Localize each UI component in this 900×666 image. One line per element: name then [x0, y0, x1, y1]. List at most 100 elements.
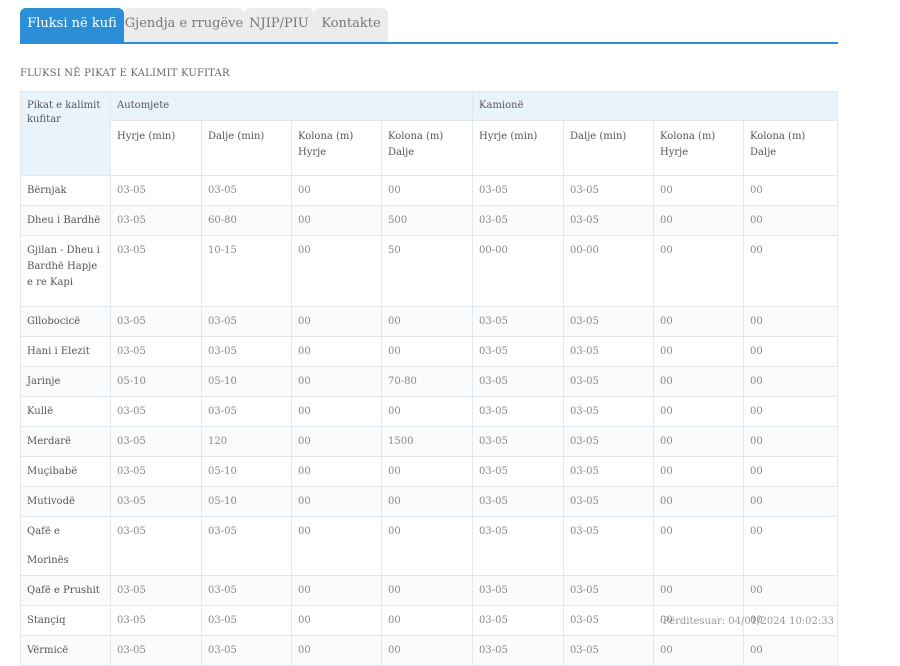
crossing-point-name: Gllobocicë	[20, 306, 111, 337]
table-cell: 03-05	[472, 175, 565, 206]
column-header: Hyrje (min)	[110, 120, 202, 176]
table-cell: 00	[743, 516, 839, 576]
table-cell: 03-05	[110, 426, 202, 457]
table-cell: 03-05	[563, 575, 655, 606]
table-row: Qafë e Prushit 03-05 03-05 00 00 03-05 03-05 00…	[20, 575, 839, 606]
column-header: Kolona (m) Dalje	[743, 120, 839, 176]
table-cell: 00	[743, 235, 839, 307]
table-cell: 00	[743, 426, 839, 457]
table-cell: 00	[743, 205, 839, 236]
crossing-point-name: Hani i Elezit	[20, 336, 111, 367]
corner-header: Pikat e kalimit kufitar	[20, 91, 111, 176]
table-cell: 03-05	[472, 306, 565, 337]
crossing-point-name: Kullë	[20, 396, 111, 427]
table-cell: 00	[291, 605, 382, 636]
table-cell: 10-15	[201, 235, 292, 307]
table-cell: 03-05	[563, 516, 655, 576]
tab-njip-piu[interactable]: NJIP/PIU	[244, 8, 314, 42]
table-cell: 05-10	[201, 486, 292, 517]
table-cell: 03-05	[201, 175, 292, 206]
table-cell: 00	[380, 456, 474, 487]
tab-fluksi-ne-kufi[interactable]: Fluksi në kufi	[20, 8, 124, 42]
table-cell: 00	[291, 175, 382, 206]
section-title: FLUKSI NË PIKAT E KALIMIT KUFITAR	[20, 68, 230, 79]
table-cell: 00	[653, 306, 745, 337]
column-header: Dalje (min)	[201, 120, 292, 176]
tab-bar: Fluksi në kufi Gjendja e rrugëve NJIP/PI…	[20, 8, 838, 44]
table-cell: 00	[291, 235, 382, 307]
table-cell: 00	[291, 306, 382, 337]
table-cell: 00	[653, 426, 745, 457]
table-cell: 03-05	[563, 605, 655, 636]
table-cell: 00	[380, 605, 474, 636]
table-cell: 1500	[380, 426, 474, 457]
table-cell: 03-05	[110, 306, 202, 337]
crossing-point-name: Vërmicë	[20, 635, 111, 666]
table-cell: 00	[653, 456, 745, 487]
table-cell: 00	[653, 396, 745, 427]
table-cell: 500	[380, 205, 474, 236]
table-cell: 03-05	[110, 456, 202, 487]
table-cell: 03-05	[472, 426, 565, 457]
table-cell: 120	[201, 426, 292, 457]
border-flux-table: Pikat e kalimit kufitar Automjete Kamion…	[20, 91, 839, 666]
table-cell: 00	[743, 336, 839, 367]
table-cell: 03-05	[201, 516, 292, 576]
table-cell: 03-05	[110, 486, 202, 517]
crossing-point-name: Muçibabë	[20, 456, 111, 487]
table-cell: 03-05	[563, 635, 655, 666]
table-row: Kullë 03-05 03-05 00 00 03-05 03-05 00 00	[20, 396, 839, 427]
table-cell: 00	[291, 486, 382, 517]
table-cell: 03-05	[472, 456, 565, 487]
table-cell: 03-05	[472, 516, 565, 576]
table-row: Dheu i Bardhë 03-05 60-80 00 500 03-05 03-05 00…	[20, 205, 839, 236]
table-cell: 03-05	[110, 605, 202, 636]
table-cell: 03-05	[563, 306, 655, 337]
table-cell: 00-00	[563, 235, 655, 307]
table-cell: 00	[380, 175, 474, 206]
tab-kontakte[interactable]: Kontakte	[314, 8, 388, 42]
table-cell: 03-05	[563, 366, 655, 397]
table-cell: 00	[291, 516, 382, 576]
table-cell: 00	[653, 516, 745, 576]
table-cell: 00	[743, 635, 839, 666]
table-cell: 03-05	[110, 336, 202, 367]
table-cell: 03-05	[201, 575, 292, 606]
tab-gjendja-e-rrugeve[interactable]: Gjendja e rrugëve	[124, 8, 244, 42]
table-cell: 05-10	[201, 366, 292, 397]
column-header: Hyrje (min)	[472, 120, 565, 176]
column-header: Kolona (m) Hyrje	[291, 120, 382, 176]
table-cell: 00	[653, 635, 745, 666]
table-cell: 03-05	[201, 306, 292, 337]
table-cell: 03-05	[201, 605, 292, 636]
table-cell: 60-80	[201, 205, 292, 236]
crossing-point-name: Mutivodë	[20, 486, 111, 517]
table-cell: 50	[380, 235, 474, 307]
table-cell: 00	[291, 635, 382, 666]
table-cell: 03-05	[472, 366, 565, 397]
table-cell: 03-05	[563, 205, 655, 236]
column-header: Kolona (m) Hyrje	[653, 120, 745, 176]
table-cell: 00	[291, 336, 382, 367]
table-cell: 00	[291, 396, 382, 427]
table-cell: 03-05	[201, 635, 292, 666]
table-cell: 00	[743, 175, 839, 206]
table-cell: 00	[743, 366, 839, 397]
crossing-point-name: Qafë e Prushit	[20, 575, 111, 606]
table-row: Jarinje 05-10 05-10 00 70-80 03-05 03-05 00 00	[20, 366, 839, 397]
crossing-point-name: Merdarë	[20, 426, 111, 457]
table-cell: 00	[653, 486, 745, 517]
table-cell: 00	[380, 486, 474, 517]
table-cell: 03-05	[110, 575, 202, 606]
table-cell: 00	[380, 516, 474, 576]
table-cell: 03-05	[110, 205, 202, 236]
table-cell: 03-05	[563, 396, 655, 427]
table-cell: 03-05	[563, 456, 655, 487]
table-cell: 00	[380, 396, 474, 427]
table-row: Hani i Elezit 03-05 03-05 00 00 03-05 03-05 00 0…	[20, 336, 839, 367]
table-row: Vërmicë 03-05 03-05 00 00 03-05 03-05 00 00	[20, 635, 839, 666]
crossing-point-name: Stançiq	[20, 605, 111, 636]
table-cell: 03-05	[472, 486, 565, 517]
table-cell: 00	[743, 396, 839, 427]
table-row: Gjilan - Dheu i Bardhë Hapje e re Kapi 03…	[20, 235, 839, 307]
